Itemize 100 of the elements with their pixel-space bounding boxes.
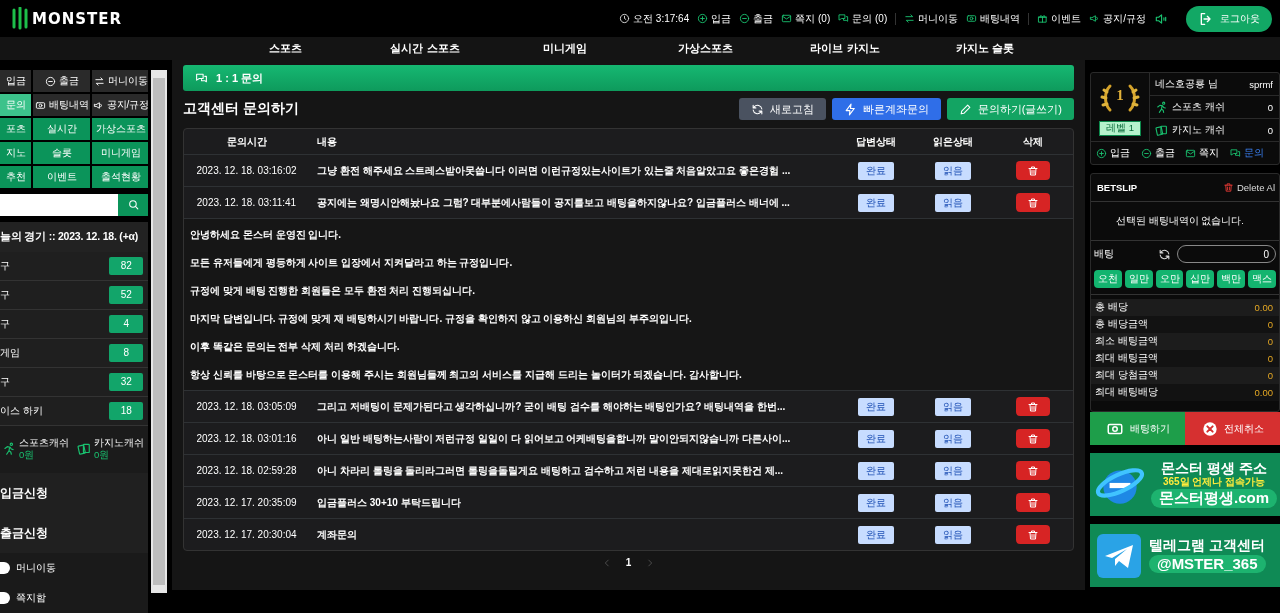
answer-status-badge: 완료 <box>857 429 894 448</box>
inquiry-content[interactable]: 계좌문의 <box>309 527 838 542</box>
account-link[interactable]: 문의 <box>1229 146 1264 160</box>
rank-number: 1 <box>1115 87 1125 104</box>
scrollbar[interactable] <box>151 70 167 593</box>
quick-menu-button[interactable]: 추천 <box>0 166 31 188</box>
inquiry-row[interactable]: 2023. 12. 18. 03:16:02 그냥 환전 해주세요 스트레스받아못씁니다 이러면 이런규정있는사이트가 있는줄 처음알았고요 좋은경험 ... 완료 읽음 <box>184 154 1073 186</box>
page-link[interactable]: 1 <box>625 557 632 568</box>
nav-link[interactable]: 가상스포츠 <box>635 41 775 56</box>
sport-row[interactable]: 구 82 <box>0 251 149 281</box>
inquiry-content[interactable]: 그리고 저배팅이 문제가된다고 생각하십니까? 굳이 배팅 검수를 해야하는 배팅인가요? 배팅내역을 한번... <box>309 399 838 414</box>
header-link[interactable]: 머니이동 <box>904 11 959 26</box>
trash-icon <box>1027 164 1039 177</box>
search-field[interactable] <box>0 194 118 216</box>
inquiry-time: 2023. 12. 18. 02:59:28 <box>195 465 298 476</box>
inquiry-row[interactable]: 2023. 12. 17. 20:30:04 계좌문의 완료 읽음 <box>184 518 1073 550</box>
quick-menu-button[interactable]: 머니이동 <box>92 70 149 92</box>
inquiry-time: 2023. 12. 17. 20:35:09 <box>195 497 298 508</box>
banner-title: 텔레그램 고객센터 <box>1149 537 1266 553</box>
menu-link[interactable]: 머니이동 <box>16 561 56 576</box>
read-status-badge: 읽음 <box>935 525 971 544</box>
cancel-all-button[interactable]: 전체취소 <box>1185 412 1280 445</box>
nav-link[interactable]: 실시간 스포츠 <box>355 41 495 56</box>
promo-banner[interactable]: 텔레그램 고객센터 @MSTER_365 <box>1090 524 1280 587</box>
delete-button[interactable] <box>1016 429 1050 448</box>
inquiry-content[interactable]: 아니 차라리 롤링을 돌리라그러면 롤링을돌릴게요 배팅하고 검수하고 저런 내용을 제대로읽지못한건 제... <box>309 463 838 478</box>
nav-link[interactable]: 미니게임 <box>495 41 635 56</box>
trash-icon <box>1027 432 1039 445</box>
quick-menu-button[interactable]: 포츠 <box>0 118 31 140</box>
refresh-button[interactable]: 새로고침 <box>738 98 826 120</box>
delete-button[interactable] <box>1016 161 1050 180</box>
quick-menu-button[interactable]: 입금 <box>0 70 31 92</box>
x-circle-icon <box>1201 420 1218 437</box>
inquiry-row[interactable]: 2023. 12. 18. 02:59:28 아니 차라리 롤링을 돌리라그러면 롤링을돌릴게요 배팅하고 검수하고 저런 내용을 제대로읽지못한건 제... 완료 읽음 <box>184 454 1073 486</box>
quick-menu-button[interactable]: 이벤트 <box>33 166 90 188</box>
stat-label: 최대 배팅배당 <box>1095 386 1158 399</box>
header-link[interactable]: 배팅내역 <box>966 11 1021 26</box>
money-icon <box>34 99 46 111</box>
inquiry-content[interactable]: 입금플러스 30+10 부탁드립니다 <box>309 495 838 510</box>
column-header: 읽은상태 <box>932 134 974 149</box>
promo-banner[interactable]: 몬스터 평생 주소 365일 언제나 접속가능 몬스터평생.com <box>1090 453 1280 516</box>
refresh-icon <box>1158 247 1171 261</box>
inquiry-content[interactable]: 아니 일반 배팅하는사람이 저런규정 일일이 다 읽어보고 어케배팅을합니까 말이안되지않습니까 다른사이... <box>309 431 838 446</box>
account-link[interactable]: 출금 <box>1140 146 1175 160</box>
quick-menu-button[interactable]: 가상스포츠 <box>92 118 149 140</box>
page-title: 고객센터 문의하기 <box>183 100 300 118</box>
search-button[interactable] <box>118 194 149 216</box>
user-id: sprmf <box>1249 78 1273 90</box>
account-link[interactable]: 쪽지 <box>1185 146 1220 160</box>
sport-row[interactable]: 구 32 <box>0 367 149 397</box>
inquiry-content[interactable]: 공지에는 왜명시안해놨나요 그럼? 대부분에사람들이 공지를보고 배팅을하지않나요? 입금플러스 배너에 ... <box>309 195 838 210</box>
quick-menu-button[interactable]: 미니게임 <box>92 142 149 164</box>
quick-menu-button[interactable]: 공지/규정 <box>92 94 149 116</box>
inquiry-row[interactable]: 2023. 12. 18. 03:05:09 그리고 저배팅이 문제가된다고 생각하십니까? 굳이 배팅 검수를 해야하는 배팅인가요? 배팅내역을 한번... 완료 읽음 <box>184 390 1073 422</box>
stat-value: 0 <box>1267 353 1273 364</box>
header-link[interactable]: 공지/규정 <box>1089 11 1146 26</box>
section-title: 늘의 경기 :: 2023. 12. 18. (+α) <box>0 221 149 252</box>
quick-button[interactable]: 빠른계좌문의 <box>831 98 941 120</box>
menu-link[interactable]: 쪽지함 <box>16 591 46 606</box>
chat-icon <box>195 71 208 85</box>
inquiry-content[interactable]: 그냥 환전 해주세요 스트레스받아못씁니다 이러면 이런규정있는사이트가 있는줄 처음알았고요 좋은경험 ... <box>309 163 838 178</box>
delete-button[interactable] <box>1016 493 1050 512</box>
header-link[interactable]: 입금 <box>697 11 732 26</box>
quick-menu-button[interactable]: 실시간 <box>33 118 90 140</box>
delete-button[interactable] <box>1016 193 1050 212</box>
delete-button[interactable] <box>1016 397 1050 416</box>
header-link[interactable]: 출금 <box>739 11 774 26</box>
quick-menu-button[interactable]: 배팅내역 <box>33 94 90 116</box>
speaker-icon[interactable] <box>1154 11 1168 26</box>
sport-row[interactable]: 게임 8 <box>0 338 149 368</box>
request-link[interactable]: 입금신청 <box>0 473 149 514</box>
sport-name: 이스 하키 <box>0 403 43 418</box>
request-link[interactable]: 출금신청 <box>0 513 149 554</box>
inquiry-row[interactable]: 2023. 12. 18. 03:01:16 아니 일반 배팅하는사람이 저런규정 일일이 다 읽어보고 어케배팅을합니까 말이안되지않습니까 다른사이... 완료 읽음 <box>184 422 1073 454</box>
nav-link[interactable]: 스포츠 <box>215 41 355 56</box>
stat-label: 최대 배팅금액 <box>1095 352 1158 365</box>
quick-menu-button[interactable]: 슬롯 <box>33 142 90 164</box>
sport-row[interactable]: 구 52 <box>0 280 149 310</box>
header-link[interactable]: 쪽지 (0) <box>781 11 831 26</box>
delete-all-link[interactable]: Delete Al <box>1222 182 1275 193</box>
logo-text[interactable]: MONSTER <box>32 9 123 28</box>
chat-icon <box>838 13 850 24</box>
stat-value: 0.00 <box>1254 302 1273 313</box>
nav-link[interactable]: 카지노 슬롯 <box>915 41 1055 56</box>
cards-icon <box>77 442 91 457</box>
nav-link[interactable]: 라이브 카지노 <box>775 41 915 56</box>
header-link[interactable]: 문의 (0) <box>838 11 888 26</box>
quick-menu-button[interactable]: 지노 <box>0 142 31 164</box>
quick-menu-button[interactable]: 출석현황 <box>92 166 149 188</box>
sport-row[interactable]: 이스 하키 18 <box>0 396 149 426</box>
match-count: 18 <box>109 401 144 420</box>
inquiry-row[interactable]: 2023. 12. 17. 20:35:09 입금플러스 30+10 부탁드립니다 완료 읽음 <box>184 486 1073 518</box>
read-status-badge: 읽음 <box>935 193 971 212</box>
header-link[interactable]: 이벤트 <box>1037 11 1082 26</box>
account-link[interactable]: 입금 <box>1096 146 1131 160</box>
quick-menu-button[interactable]: 출금 <box>33 70 90 92</box>
delete-button[interactable] <box>1016 525 1050 544</box>
sport-row[interactable]: 구 4 <box>0 309 149 339</box>
trash-icon <box>1027 528 1039 541</box>
delete-button[interactable] <box>1016 461 1050 480</box>
